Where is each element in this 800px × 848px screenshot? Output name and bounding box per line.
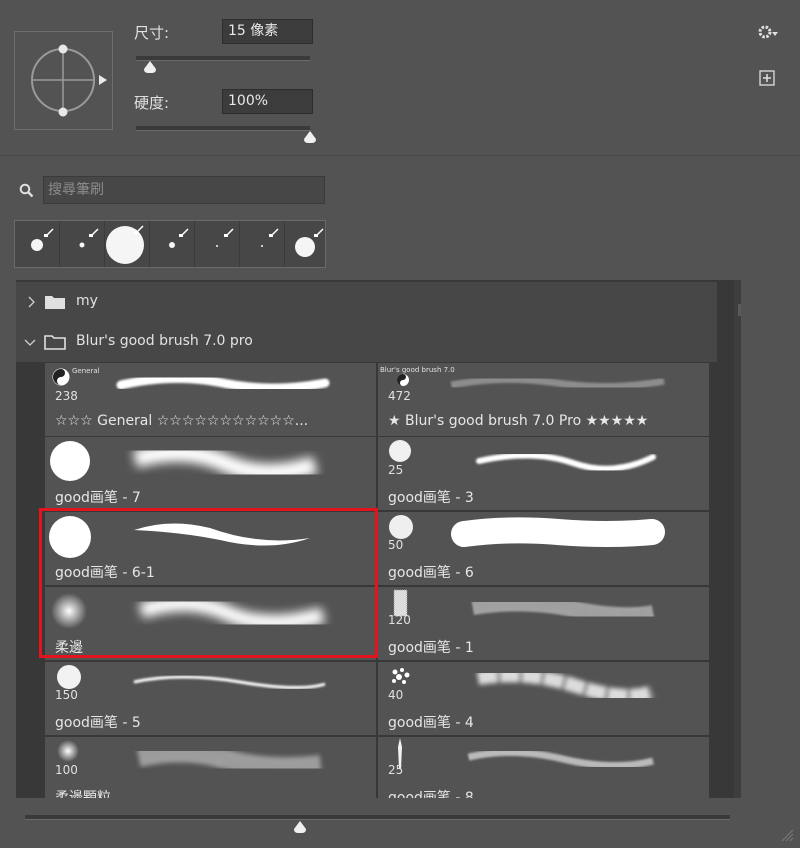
brush-stroke-preview (476, 452, 656, 472)
brush-name: 柔邊顆粒 (55, 790, 111, 798)
brush-stroke-preview (136, 742, 323, 777)
brush-preset[interactable]: 100 柔邊顆粒 (45, 737, 376, 798)
hardness-slider-track[interactable] (136, 126, 310, 131)
brush-stroke-preview (133, 675, 326, 690)
brush-stroke-preview (468, 749, 654, 769)
recent-brushes (14, 220, 326, 268)
folder-open-icon (44, 335, 66, 350)
section-divider (0, 155, 800, 156)
size-field[interactable]: 15 像素 (222, 19, 313, 44)
brush-size: 120 (388, 613, 411, 627)
brush-preset[interactable]: 25 good画笔 - 8 (378, 737, 709, 798)
brush-stroke-preview (476, 668, 655, 703)
brush-preset[interactable]: General 238 ☆☆☆ General ☆☆☆☆☆☆☆☆☆☆☆... (45, 363, 376, 436)
search-icon (19, 183, 34, 198)
recent-brush[interactable] (195, 221, 240, 267)
brush-name: ☆☆☆ General ☆☆☆☆☆☆☆☆☆☆☆... (55, 413, 309, 429)
size-slider-track[interactable] (136, 56, 310, 61)
size-slider-thumb[interactable] (143, 60, 157, 74)
brush-preset[interactable]: 150 good画笔 - 5 (45, 662, 376, 735)
brush-name: good画笔 - 5 (55, 715, 141, 731)
brush-tip-thumbnail (50, 441, 90, 481)
brush-size: 50 (388, 538, 404, 552)
brush-size: 238 (55, 389, 78, 403)
new-brush-icon[interactable] (759, 70, 775, 86)
brush-name: good画笔 - 6 (388, 565, 474, 581)
brush-stroke-preview (132, 443, 318, 482)
brush-size: 150 (55, 688, 78, 702)
brush-tip-thumbnail (392, 668, 410, 684)
chevron-down-icon[interactable] (24, 337, 36, 347)
recent-brush[interactable] (60, 221, 105, 267)
brush-size: 100 (55, 763, 78, 777)
brush-group-blurs-good-brush[interactable]: Blur's good brush 7.0 pro (16, 322, 717, 362)
gear-icon[interactable] (757, 22, 779, 42)
brush-stroke-preview (451, 517, 665, 547)
scroll-thumb[interactable] (738, 304, 741, 316)
preview-zoom-slider-track[interactable] (25, 815, 730, 820)
brush-tip-thumbnail (57, 740, 79, 762)
recent-brush[interactable] (240, 221, 285, 267)
brush-name: good画笔 - 7 (55, 490, 141, 506)
brush-size: 40 (388, 688, 404, 702)
brush-name: good画笔 - 3 (388, 490, 474, 506)
recent-brush[interactable] (15, 221, 60, 267)
chevron-right-icon[interactable] (26, 296, 36, 308)
brush-preset[interactable]: 50 good画笔 - 6 (378, 512, 709, 585)
selection-highlight (39, 508, 378, 658)
brush-stroke-preview (471, 595, 655, 624)
brush-preset[interactable]: Blur's good brush 7.0 472 ★ Blur's good … (378, 363, 709, 436)
brush-name: good画笔 - 1 (388, 640, 474, 656)
brush-tip-thumbnail (397, 374, 409, 386)
brush-stroke-preview (451, 375, 665, 391)
brush-preset[interactable]: 25 good画笔 - 3 (378, 437, 709, 510)
brush-angle-diagram (31, 44, 107, 117)
group-label: Blur's good brush 7.0 pro (76, 333, 253, 349)
brush-tip-thumbnail (389, 440, 411, 462)
brush-size: 25 (388, 463, 404, 477)
hardness-slider-thumb[interactable] (303, 130, 317, 144)
list-scrollbar[interactable] (734, 280, 741, 798)
recent-brush[interactable] (105, 221, 150, 267)
size-label: 尺寸: (134, 24, 170, 42)
recent-brush[interactable] (150, 221, 195, 267)
brush-name: good画笔 - 8 (388, 790, 474, 798)
brush-tip-text: General (72, 367, 100, 375)
brush-tip-thumbnail (389, 515, 413, 539)
recent-brush[interactable] (285, 221, 329, 267)
hardness-field[interactable]: 100% (222, 89, 313, 114)
brush-preset[interactable]: 40 good画笔 - 4 (378, 662, 709, 735)
hardness-label: 硬度: (134, 94, 170, 112)
preview-zoom-slider-thumb[interactable] (293, 820, 307, 834)
brush-size: 25 (388, 763, 404, 777)
folder-icon (45, 296, 65, 309)
brush-name: ★ Blur's good brush 7.0 Pro ★★★★★ (388, 413, 649, 429)
brush-group-my[interactable]: my (16, 282, 717, 322)
brush-preset[interactable]: good画笔 - 7 (45, 437, 376, 510)
brush-size: 472 (388, 389, 411, 403)
brush-preset[interactable]: 120 good画笔 - 1 (378, 587, 709, 660)
brush-name: good画笔 - 4 (388, 715, 474, 731)
resize-grip-icon[interactable] (780, 828, 794, 842)
group-label: my (76, 293, 98, 309)
brush-stroke-preview (116, 373, 330, 393)
search-input[interactable]: 搜尋筆刷 (43, 176, 325, 204)
brush-angle-preview[interactable] (14, 31, 113, 130)
brush-tip-thumbnail (52, 368, 70, 386)
